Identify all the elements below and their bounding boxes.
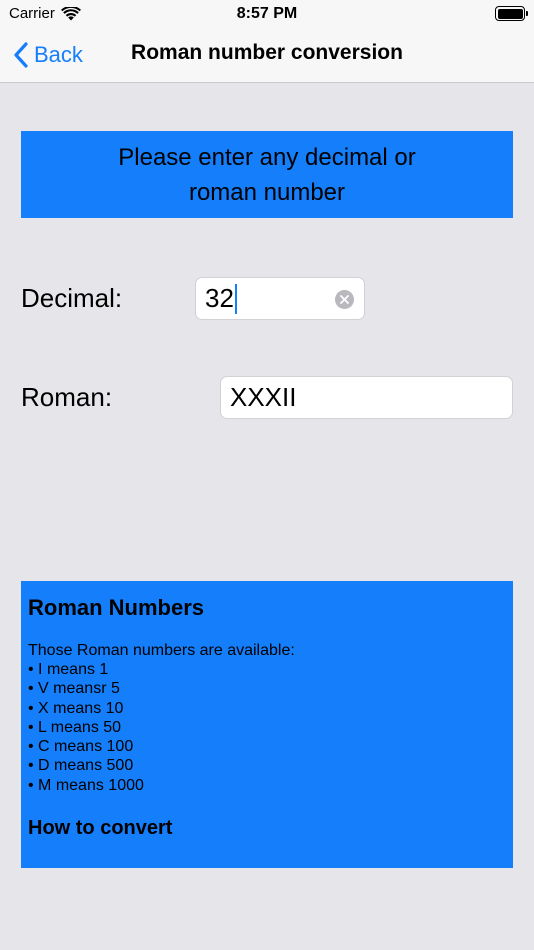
- battery-fill: [497, 8, 523, 19]
- list-item: I means 1: [28, 660, 506, 679]
- roman-value: XXXII: [230, 382, 297, 412]
- page-title: Roman number conversion: [131, 41, 403, 64]
- roman-label: Roman:: [21, 382, 113, 412]
- list-item: V meansr 5: [28, 679, 506, 698]
- roman-input[interactable]: XXXII: [220, 376, 513, 419]
- decimal-value: 32: [205, 283, 234, 313]
- list-item: M means 1000: [28, 776, 506, 795]
- info-panel: Roman Numbers Those Roman numbers are av…: [21, 581, 513, 868]
- list-item: D means 500: [28, 756, 506, 775]
- decimal-input[interactable]: 32: [195, 277, 365, 320]
- prompt-banner: Please enter any decimal or roman number: [21, 131, 513, 218]
- battery-icon: [495, 6, 528, 21]
- prompt-line-1: Please enter any decimal or: [118, 143, 416, 171]
- list-item: C means 100: [28, 737, 506, 756]
- numeral-list: I means 1 V meansr 5 X means 10 L means …: [28, 660, 506, 795]
- list-item: L means 50: [28, 718, 506, 737]
- info-heading: Roman Numbers: [28, 595, 205, 620]
- x-mark-icon: [340, 295, 349, 304]
- info-subheading: How to convert: [28, 817, 173, 840]
- prompt-line-2: roman number: [188, 178, 346, 206]
- list-item: X means 10: [28, 699, 506, 718]
- prompt-text: Please enter any decimal or roman number: [118, 140, 416, 210]
- clear-icon[interactable]: [335, 290, 354, 309]
- navigation-bar: Carrier 8:57 PM Back Roman number conver…: [0, 0, 534, 83]
- info-intro: Those Roman numbers are available:: [28, 642, 295, 659]
- text-cursor: [234, 283, 237, 314]
- status-time: 8:57 PM: [236, 5, 298, 22]
- decimal-label: Decimal:: [21, 283, 123, 313]
